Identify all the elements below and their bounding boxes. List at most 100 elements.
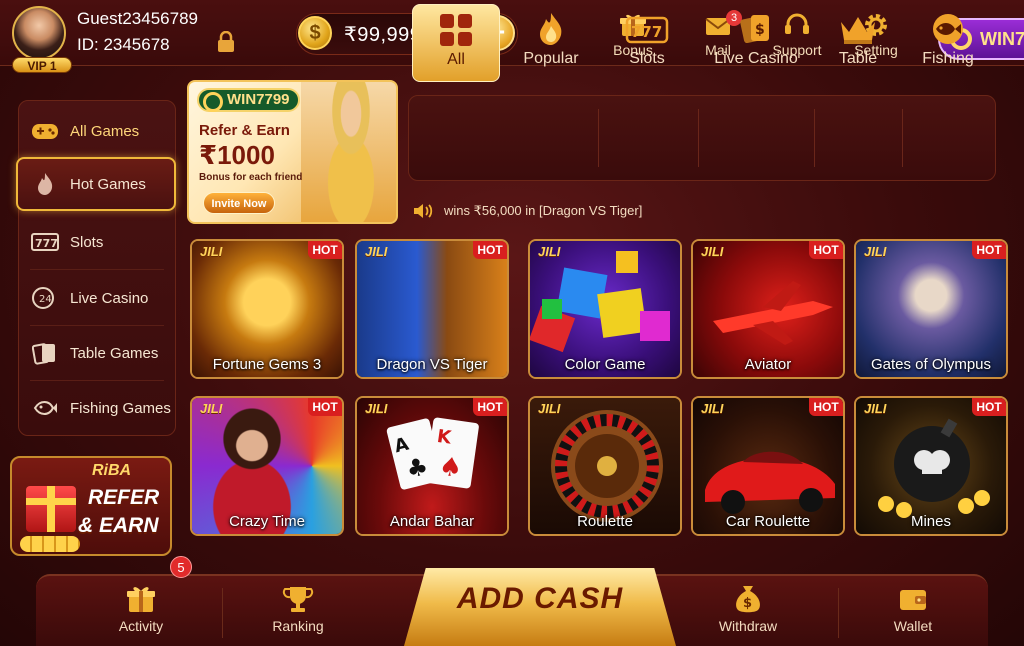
ticker-text: wins ₹56,000 in [Dragon VS Tiger] bbox=[444, 203, 643, 218]
trophy-icon bbox=[282, 587, 314, 612]
gift-box-icon bbox=[26, 486, 76, 532]
tab-label: Table bbox=[838, 50, 878, 67]
coins-icon bbox=[20, 536, 80, 552]
bottom-divider bbox=[222, 588, 223, 638]
speaker-icon bbox=[414, 204, 433, 218]
provider-label: JILI bbox=[538, 401, 561, 416]
game-title: Crazy Time bbox=[229, 513, 305, 530]
game-title: Dragon VS Tiger bbox=[376, 356, 488, 373]
sidebar-item-live-casino[interactable]: 24 Live Casino bbox=[18, 271, 176, 325]
sidebar-item-slots[interactable]: 777 Slots bbox=[18, 215, 176, 269]
coin-icon: $ bbox=[298, 16, 332, 50]
nav-withdraw[interactable]: $ Withdraw bbox=[693, 582, 803, 642]
promo-brand: WIN7799 bbox=[197, 88, 300, 112]
game-tile-gates-of-olympus[interactable]: JILI HOT Gates of Olympus bbox=[854, 239, 1008, 379]
game-tile-crazy-time[interactable]: JILI HOT Crazy Time bbox=[190, 396, 344, 536]
nav-wallet-label: Wallet bbox=[893, 618, 933, 634]
winner-ticker: wins ₹56,000 in [Dragon VS Tiger] bbox=[412, 200, 992, 222]
provider-label: JILI bbox=[864, 401, 887, 416]
tab-divider bbox=[814, 109, 815, 167]
nav-activity-label: Activity bbox=[118, 618, 164, 634]
fish-icon bbox=[933, 14, 963, 44]
promo-amount: ₹1000 bbox=[199, 140, 275, 170]
game-tile-aviator[interactable]: JILI HOT Aviator bbox=[691, 239, 845, 379]
cards-icon bbox=[30, 338, 60, 368]
game-tile-mines[interactable]: JILI HOT Mines bbox=[854, 396, 1008, 536]
sidebar-item-label: All Games bbox=[70, 122, 140, 140]
nav-withdraw-label: Withdraw bbox=[718, 618, 778, 634]
game-tile-fortune-gems-3[interactable]: JILI HOT Fortune Gems 3 bbox=[190, 239, 344, 379]
add-cash-button[interactable]: ADD CASH bbox=[404, 568, 676, 646]
provider-label: JILI bbox=[200, 401, 223, 416]
fish-icon bbox=[30, 393, 60, 423]
sidebar-item-label: Hot Games bbox=[70, 175, 146, 193]
hot-badge: HOT bbox=[809, 398, 843, 416]
category-bar bbox=[408, 95, 996, 181]
tab-label: Live Casino bbox=[714, 50, 798, 67]
vip-badge: VIP 1 bbox=[12, 57, 72, 73]
refer-earn-banner[interactable]: RiBA REFER & EARN bbox=[10, 456, 172, 556]
refer-banner-line1: REFER bbox=[88, 486, 160, 509]
game-title: Aviator bbox=[744, 356, 792, 373]
hot-badge: HOT bbox=[809, 241, 843, 259]
tab-popular[interactable]: Popular bbox=[510, 4, 592, 82]
provider-label: JILI bbox=[701, 244, 724, 259]
game-tile-roulette[interactable]: JILI Roulette bbox=[528, 396, 682, 536]
sidebar-item-table-games[interactable]: Table Games bbox=[18, 326, 176, 380]
game-title: Andar Bahar bbox=[389, 513, 475, 530]
nav-wallet[interactable]: Wallet bbox=[858, 582, 968, 642]
game-title: Gates of Olympus bbox=[870, 356, 992, 373]
gamepad-icon bbox=[30, 116, 60, 146]
promo-title: Refer & Earn bbox=[199, 122, 290, 139]
sidebar-divider bbox=[30, 269, 164, 270]
slots-777-icon: 777 bbox=[625, 16, 669, 44]
crown-icon bbox=[841, 17, 875, 44]
tab-table[interactable]: Table bbox=[820, 4, 896, 82]
invite-now-button[interactable]: Invite Now bbox=[203, 192, 275, 214]
game-tile-dragon-vs-tiger[interactable]: JILI HOT Dragon VS Tiger bbox=[355, 239, 509, 379]
money-bag-icon: $ bbox=[736, 586, 760, 613]
grid-icon bbox=[440, 14, 472, 46]
refer-banner-tag: RiBA bbox=[92, 462, 132, 479]
sidebar-item-label: Table Games bbox=[70, 344, 159, 362]
avatar[interactable] bbox=[12, 6, 66, 60]
tab-live-casino[interactable]: $ Live Casino bbox=[708, 4, 804, 82]
sidebar-item-all-games[interactable]: All Games bbox=[18, 104, 176, 158]
game-title: Mines bbox=[910, 513, 951, 530]
promo-character-image bbox=[301, 82, 396, 222]
nav-ranking-label: Ranking bbox=[272, 618, 324, 634]
gift-icon bbox=[127, 587, 155, 612]
hot-badge: HOT bbox=[473, 241, 507, 259]
user-id: ID: 2345678 bbox=[77, 35, 170, 54]
svg-text:24: 24 bbox=[39, 294, 52, 305]
tab-divider bbox=[598, 109, 599, 167]
nav-ranking[interactable]: Ranking bbox=[243, 582, 353, 642]
game-title: Fortune Gems 3 bbox=[212, 356, 322, 373]
promo-subtitle: Bonus for each friend bbox=[199, 172, 303, 183]
hot-badge: HOT bbox=[308, 241, 342, 259]
lock-icon[interactable] bbox=[216, 31, 236, 53]
tab-label: Popular bbox=[523, 50, 579, 67]
tab-slots[interactable]: 777 Slots bbox=[606, 4, 688, 82]
cards-dollar-icon: $ bbox=[740, 15, 769, 44]
bottom-divider bbox=[838, 588, 839, 638]
promo-banner[interactable]: WIN7799 Refer & Earn ₹1000 Bonus for eac… bbox=[187, 80, 398, 224]
tab-all[interactable]: All bbox=[412, 4, 500, 82]
game-tile-car-roulette[interactable]: JILI HOT Car Roulette bbox=[691, 396, 845, 536]
sidebar-item-label: Live Casino bbox=[70, 289, 149, 307]
sidebar-item-label: Slots bbox=[70, 233, 104, 251]
provider-label: JILI bbox=[365, 244, 388, 259]
sidebar-item-hot-games[interactable]: Hot Games bbox=[16, 157, 176, 211]
svg-text:777: 777 bbox=[631, 23, 662, 41]
hot-badge: HOT bbox=[473, 398, 507, 416]
sidebar-item-fishing-games[interactable]: Fishing Games bbox=[18, 381, 176, 435]
game-tile-color-game[interactable]: JILI Color Game bbox=[528, 239, 682, 379]
flame-icon bbox=[540, 13, 562, 45]
svg-text:$: $ bbox=[743, 596, 752, 611]
flame-icon bbox=[30, 169, 60, 199]
svg-text:♠: ♠ bbox=[437, 451, 464, 484]
game-title: Car Roulette bbox=[725, 513, 811, 530]
nav-activity[interactable]: Activity bbox=[86, 582, 196, 642]
game-tile-andar-bahar[interactable]: A ♣ K ♠ JILI HOT Andar Bahar bbox=[355, 396, 509, 536]
tab-fishing[interactable]: Fishing bbox=[908, 4, 988, 82]
